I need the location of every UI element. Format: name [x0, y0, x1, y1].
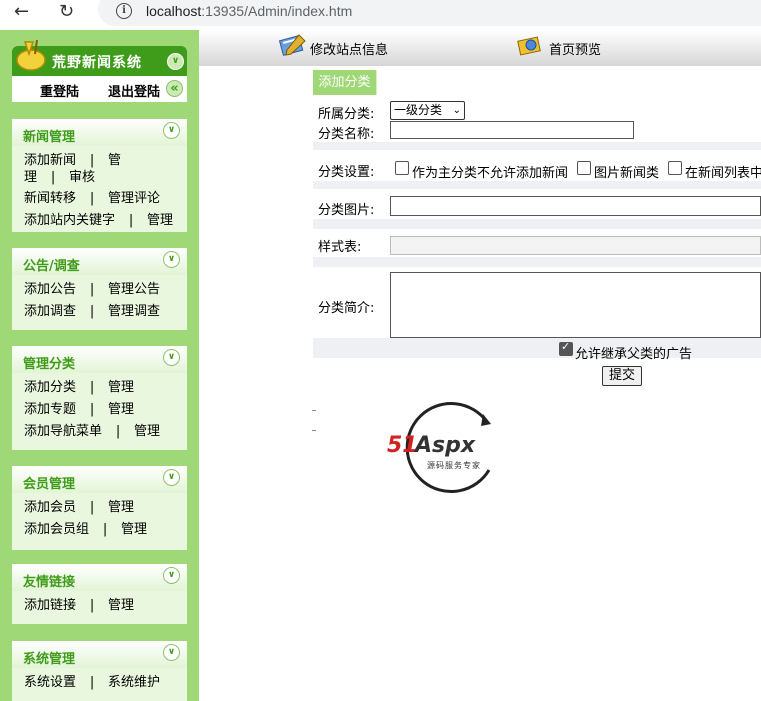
logo-bar: 荒野新闻系统 ∨ — [12, 39, 187, 76]
menu-title: 新闻管理 — [23, 130, 76, 145]
menu-title: 友情链接 — [23, 575, 76, 590]
logo-title: 荒野新闻系统 — [52, 55, 142, 71]
browser-toolbar: ← ↻ i localhost:13935/Admin/index.htm — [0, 0, 761, 28]
menu-notice: 公告/调查 ∨ 添加公告 | 管理公告 添加调查 | 管理调查 — [12, 248, 187, 330]
login-row: 重登陆 退出登陆 « — [12, 76, 187, 102]
main-category-checkbox[interactable] — [395, 161, 409, 175]
menu-category: 管理分类 ∨ 添加分类 | 管理 添加专题 | 管理 添加导航菜单 | 管理 — [12, 346, 187, 450]
menu-title: 管理分类 — [23, 357, 76, 372]
chevron-down-icon[interactable]: ∨ — [163, 122, 180, 139]
name-label: 分类名称: — [318, 127, 375, 142]
menu-link[interactable]: 管理 — [108, 598, 134, 613]
inherit-ads-checkbox[interactable] — [559, 340, 573, 356]
divider — [312, 430, 316, 431]
collapse-chevron-icon[interactable]: ∨ — [167, 53, 184, 70]
reload-icon[interactable]: ↻ — [59, 2, 74, 22]
chevron-down-icon[interactable]: ∨ — [163, 349, 180, 366]
info-icon[interactable]: i — [116, 3, 132, 19]
menu-links: 友情链接 ∨ 添加链接 | 管理 — [12, 564, 187, 624]
menu-title: 系统管理 — [23, 652, 76, 667]
relogin-link[interactable]: 重登陆 — [40, 81, 79, 100]
menu-link[interactable]: 管理 — [108, 380, 134, 395]
preview-book-icon — [517, 36, 541, 56]
top-toolbar: 修改站点信息 首页预览 — [199, 30, 761, 66]
menu-link[interactable]: 添加新闻 — [24, 153, 76, 168]
chevron-down-icon[interactable]: ∨ — [163, 251, 180, 268]
style-label: 样式表: — [318, 240, 362, 255]
menu-link[interactable]: 管理 — [108, 402, 134, 417]
menu-link[interactable]: 管理 — [134, 424, 160, 439]
logout-link[interactable]: 退出登陆 — [108, 81, 160, 100]
news-list-label: 在新闻列表中 — [685, 166, 761, 181]
parent-category-select[interactable]: 一级分类 ⌄ — [390, 101, 465, 120]
menu-news: 新闻管理 ∨ 添加新闻 | 管 理 | 审核 新闻转移 | 管理评论 添加站内关键字 | 管理 — [12, 119, 187, 232]
intro-label: 分类简介: — [318, 301, 375, 316]
stylesheet-input[interactable] — [390, 236, 761, 255]
menu-link[interactable]: 添加站内关键字 — [24, 213, 115, 228]
chevron-down-icon: ⌄ — [452, 105, 461, 116]
category-name-input[interactable] — [390, 121, 634, 139]
menu-link[interactable]: 添加分类 — [24, 380, 76, 395]
logo-emblem-icon — [16, 39, 46, 71]
menu-link[interactable]: 管理公告 — [108, 282, 160, 297]
menu-link[interactable]: 管理调查 — [108, 304, 160, 319]
chevron-down-icon[interactable]: ∨ — [163, 469, 180, 486]
collapse-sidebar-icon[interactable]: « — [166, 80, 183, 97]
menu-link[interactable]: 系统设置 — [24, 675, 76, 690]
form-tab-title: 添加分类 — [313, 70, 377, 95]
menu-member: 会员管理 ∨ 添加会员 | 管理 添加会员组 | 管理 — [12, 466, 187, 550]
menu-link[interactable]: 添加专题 — [24, 402, 76, 417]
back-arrow-icon[interactable]: ← — [14, 2, 29, 22]
menu-link[interactable]: 系统维护 — [108, 675, 160, 690]
menu-link[interactable]: 管理 — [147, 213, 173, 228]
menu-link[interactable]: 理 — [24, 170, 37, 185]
submit-button[interactable]: 提交 — [602, 366, 642, 386]
menu-link[interactable]: 添加链接 — [24, 598, 76, 613]
menu-link[interactable]: 管理 — [121, 522, 147, 537]
menu-link[interactable]: 新闻转移 — [24, 191, 76, 206]
category-image-input[interactable] — [390, 196, 761, 216]
menu-link[interactable]: 添加会员组 — [24, 522, 89, 537]
add-category-form: 所属分类: 一级分类 ⌄ 分类名称: 分类设置: 作为主分类不允许添加新闻 图片新… — [313, 95, 761, 386]
sidebar: 荒野新闻系统 ∨ 重登陆 退出登陆 « 新闻管理 ∨ 添加新闻 | 管 理 | 审核 新闻… — [0, 30, 199, 701]
51aspx-watermark-logo: 51 Aspx 源码服务专家 — [387, 400, 517, 496]
menu-link[interactable]: 添加调查 — [24, 304, 76, 319]
inherit-ads-label: 允许继承父类的广告 — [575, 347, 693, 362]
chevron-down-icon[interactable]: ∨ — [163, 644, 180, 661]
edit-notebook-icon — [278, 34, 306, 56]
menu-link[interactable]: 管理 — [108, 500, 134, 515]
menu-link[interactable]: 管理评论 — [108, 191, 160, 206]
menu-system: 系统管理 ∨ 系统设置 | 系统维护 — [12, 641, 187, 701]
menu-link[interactable]: 添加导航菜单 — [24, 424, 102, 439]
menu-link[interactable]: 管 — [108, 153, 121, 168]
image-news-label: 图片新闻类 — [594, 166, 660, 181]
image-label: 分类图片: — [318, 203, 375, 218]
url-text[interactable]: localhost:13935/Admin/index.htm — [146, 3, 352, 19]
menu-link[interactable]: 审核 — [69, 170, 95, 185]
news-list-checkbox[interactable] — [668, 161, 682, 175]
menu-title: 公告/调查 — [23, 259, 80, 274]
menu-title: 会员管理 — [23, 477, 76, 492]
chevron-down-icon[interactable]: ∨ — [163, 567, 180, 584]
settings-label: 分类设置: — [318, 165, 375, 180]
menu-link[interactable]: 添加公告 — [24, 282, 76, 297]
main-category-label: 作为主分类不允许添加新闻 — [412, 166, 569, 181]
category-intro-textarea[interactable] — [390, 272, 761, 338]
divider — [312, 410, 316, 411]
menu-link[interactable]: 添加会员 — [24, 500, 76, 515]
image-news-checkbox[interactable] — [577, 161, 591, 175]
